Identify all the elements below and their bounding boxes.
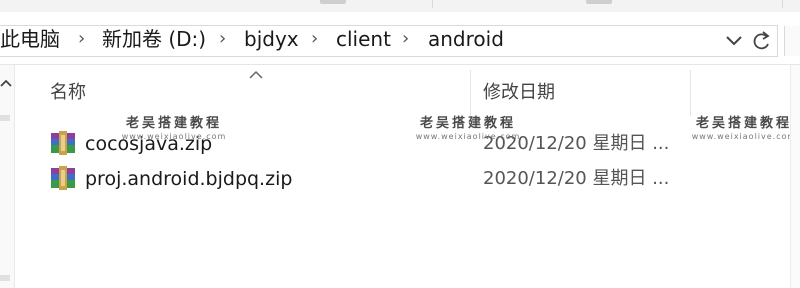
watermark-title: 老吴搭建教程 [125, 116, 222, 131]
breadcrumb-separator[interactable]: › [219, 28, 226, 50]
watermark: 老吴搭建教程 www.weixiaolive.com [690, 116, 798, 142]
watermark-title: 老吴搭建教程 [695, 116, 792, 131]
chevron-down-icon[interactable] [722, 30, 746, 52]
breadcrumb-client[interactable]: client [336, 28, 391, 50]
winrar-archive-icon [50, 166, 76, 190]
file-row[interactable]: proj.android.bjdpq.zip 2020/12/20 星期日 ..… [40, 164, 700, 194]
navigation-pane[interactable] [0, 65, 15, 288]
column-divider[interactable] [690, 70, 691, 116]
file-name[interactable]: proj.android.bjdpq.zip [85, 167, 292, 191]
watermark-url: www.weixiaolive.com [691, 132, 797, 141]
breadcrumb-this-pc[interactable]: 此电脑 [0, 28, 60, 50]
address-bar[interactable]: 此电脑 › 新加卷 (D:) › bjdyx › client › androi… [0, 12, 800, 65]
column-header-date-modified[interactable]: 修改日期 [483, 82, 555, 104]
search-box-edge[interactable] [784, 26, 800, 56]
watermark: 老吴搭建教程 www.weixiaolive.com [114, 116, 234, 142]
breadcrumb-separator[interactable]: › [402, 28, 409, 50]
breadcrumb-bjdyx[interactable]: bjdyx [244, 28, 299, 50]
column-header-name[interactable]: 名称 [50, 82, 86, 104]
sort-ascending-icon [248, 64, 264, 79]
file-date-modified: 2020/12/20 星期日 ... [483, 168, 670, 189]
refresh-icon[interactable] [748, 28, 776, 54]
watermark-url: www.weixiaolive.com [121, 132, 227, 141]
watermark: 老吴搭建教程 www.weixiaolive.com [408, 116, 528, 142]
chevron-up-icon[interactable] [0, 73, 14, 87]
vertical-scrollbar[interactable] [790, 65, 800, 288]
breadcrumb-android[interactable]: android [428, 28, 504, 50]
column-divider[interactable] [470, 70, 471, 116]
breadcrumb-separator[interactable]: › [78, 28, 85, 50]
watermark-url: www.weixiaolive.com [415, 132, 521, 141]
watermark-title: 老吴搭建教程 [419, 116, 516, 131]
breadcrumb-drive-d[interactable]: 新加卷 (D:) [102, 28, 206, 50]
winrar-archive-icon [50, 131, 76, 155]
breadcrumb-separator[interactable]: › [311, 28, 318, 50]
window-top-strip [0, 0, 800, 12]
